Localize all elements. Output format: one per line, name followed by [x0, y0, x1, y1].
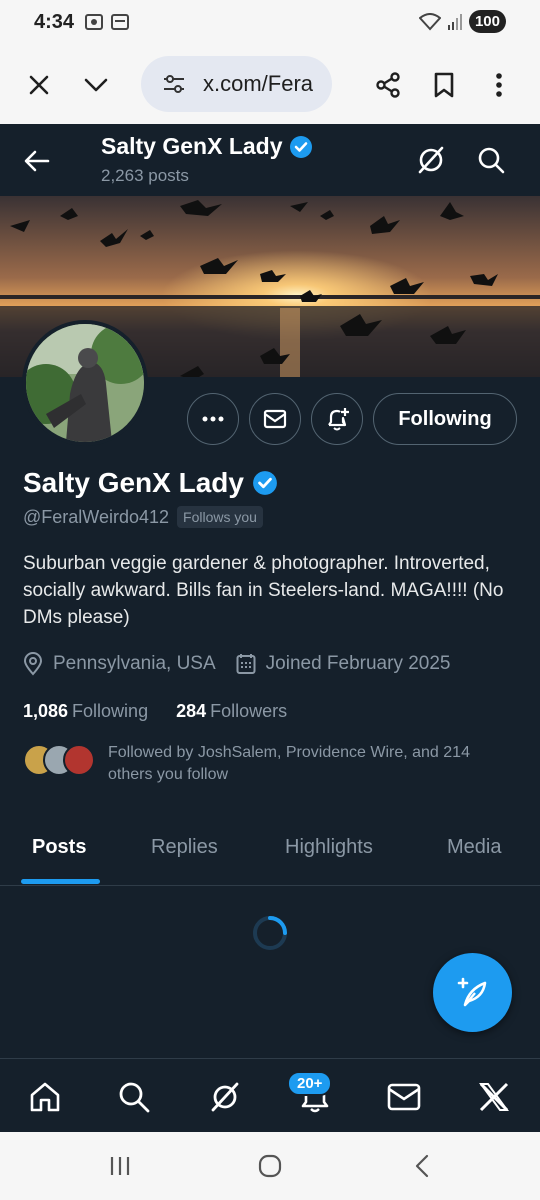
profile-meta: Pennsylvania, USA Joined February 2025 — [23, 652, 471, 676]
notifications-subscribe-button[interactable] — [311, 393, 363, 445]
following-button[interactable]: Following — [373, 393, 517, 445]
compose-feather-icon — [457, 977, 486, 1006]
home-icon — [30, 1082, 60, 1112]
followed-by-row[interactable]: Followed by JoshSalem, Providence Wire, … — [23, 742, 508, 786]
back-button[interactable] — [18, 142, 56, 180]
browser-menu-button[interactable] — [480, 66, 518, 104]
tab-replies[interactable]: Replies — [151, 836, 218, 859]
verified-badge-icon[interactable] — [252, 470, 278, 496]
envelope-icon — [387, 1083, 421, 1111]
location-pin-icon — [23, 652, 43, 676]
tab-media[interactable]: Media — [447, 836, 501, 859]
follow-stats: 1,086 Following 284 Followers — [23, 701, 287, 722]
site-settings-icon[interactable] — [161, 71, 187, 97]
profile-page: Salty GenX Lady 2,263 posts Following Sa… — [0, 124, 540, 1132]
browser-toolbar: x.com/Fera — [0, 46, 540, 124]
wifi-icon — [418, 12, 441, 30]
display-name: Salty GenX Lady — [23, 467, 244, 498]
mutual-avatars — [23, 744, 95, 780]
tab-highlights[interactable]: Highlights — [285, 836, 373, 859]
message-button[interactable] — [249, 393, 301, 445]
bottom-navigation: 20+ — [0, 1058, 540, 1132]
nav-x[interactable] — [474, 1077, 514, 1117]
search-icon — [119, 1082, 150, 1113]
home-button[interactable] — [252, 1150, 288, 1182]
signal-icon — [447, 13, 462, 30]
bookmark-icon — [434, 72, 454, 98]
nav-explore[interactable] — [114, 1077, 154, 1117]
tab-posts[interactable]: Posts — [32, 836, 86, 859]
user-handle: @FeralWeirdo412 — [23, 506, 170, 527]
url-bar[interactable]: x.com/Fera — [141, 56, 332, 112]
profile-bio: Suburban veggie gardener & photographer.… — [23, 553, 504, 628]
status-notification-icons — [84, 12, 130, 32]
nav-grok[interactable] — [205, 1077, 245, 1117]
notifications-badge: 20+ — [287, 1071, 333, 1096]
active-tab-indicator — [21, 879, 100, 884]
system-navigation-bar — [0, 1132, 540, 1200]
more-horizontal-icon — [202, 416, 224, 422]
status-time: 4:34 — [34, 11, 75, 33]
recent-apps-icon — [110, 1157, 130, 1175]
verified-badge-icon — [289, 135, 312, 158]
close-icon — [29, 75, 49, 95]
minimize-button[interactable] — [77, 66, 115, 104]
followers-count: 284 — [176, 701, 207, 721]
follows-you-badge: Follows you — [177, 506, 263, 528]
post-count: 2,263 posts — [101, 166, 189, 185]
chevron-left-icon — [415, 1154, 429, 1178]
location-item: Pennsylvania, USA — [23, 652, 216, 676]
profile-name: Salty GenX Lady — [23, 467, 278, 499]
following-label: Following — [72, 701, 149, 721]
nav-messages[interactable] — [384, 1077, 424, 1117]
profile-top-bar: Salty GenX Lady 2,263 posts — [0, 124, 540, 196]
loading-spinner-icon — [253, 916, 287, 950]
bell-plus-icon — [328, 408, 349, 431]
handle-row: @FeralWeirdo412 Follows you — [23, 506, 263, 528]
more-options-button[interactable] — [187, 393, 239, 445]
joined-text: Joined February 2025 — [265, 653, 451, 674]
share-icon — [376, 72, 400, 98]
followers-stat[interactable]: 284 Followers — [176, 701, 287, 722]
location-text: Pennsylvania, USA — [53, 653, 216, 674]
back-nav-button[interactable] — [404, 1150, 440, 1182]
followers-label: Followers — [210, 701, 288, 721]
header-name: Salty GenX Lady — [101, 133, 283, 159]
following-count: 1,086 — [23, 701, 69, 721]
share-button[interactable] — [369, 66, 407, 104]
home-circle-icon — [258, 1154, 282, 1178]
bookmark-button[interactable] — [425, 66, 463, 104]
battery-indicator: 100 — [468, 10, 506, 33]
following-stat[interactable]: 1,086 Following — [23, 701, 148, 722]
chevron-down-icon — [84, 78, 108, 92]
mutual-avatar — [63, 744, 95, 776]
arrow-left-icon — [24, 150, 50, 172]
compose-post-button[interactable] — [433, 953, 512, 1032]
search-icon[interactable] — [474, 143, 508, 177]
url-text: x.com/Fera — [203, 71, 314, 96]
calendar-icon — [236, 654, 256, 674]
calendar-icon — [111, 14, 129, 30]
profile-tabs: Posts Replies Highlights Media — [0, 824, 540, 886]
status-bar: 4:34 100 — [0, 0, 540, 46]
grok-icon[interactable] — [414, 143, 448, 177]
screenshot-icon — [85, 14, 103, 30]
joined-item: Joined February 2025 — [236, 653, 451, 675]
recent-apps-button[interactable] — [102, 1150, 138, 1182]
grok-icon — [211, 1082, 239, 1112]
envelope-icon — [263, 409, 287, 429]
followed-by-text: Followed by JoshSalem, Providence Wire, … — [108, 744, 470, 783]
more-vertical-icon — [496, 73, 502, 97]
x-logo-icon — [479, 1082, 509, 1112]
header-title: Salty GenX Lady — [101, 133, 313, 160]
nav-home[interactable] — [25, 1077, 65, 1117]
close-tab-button[interactable] — [20, 66, 58, 104]
